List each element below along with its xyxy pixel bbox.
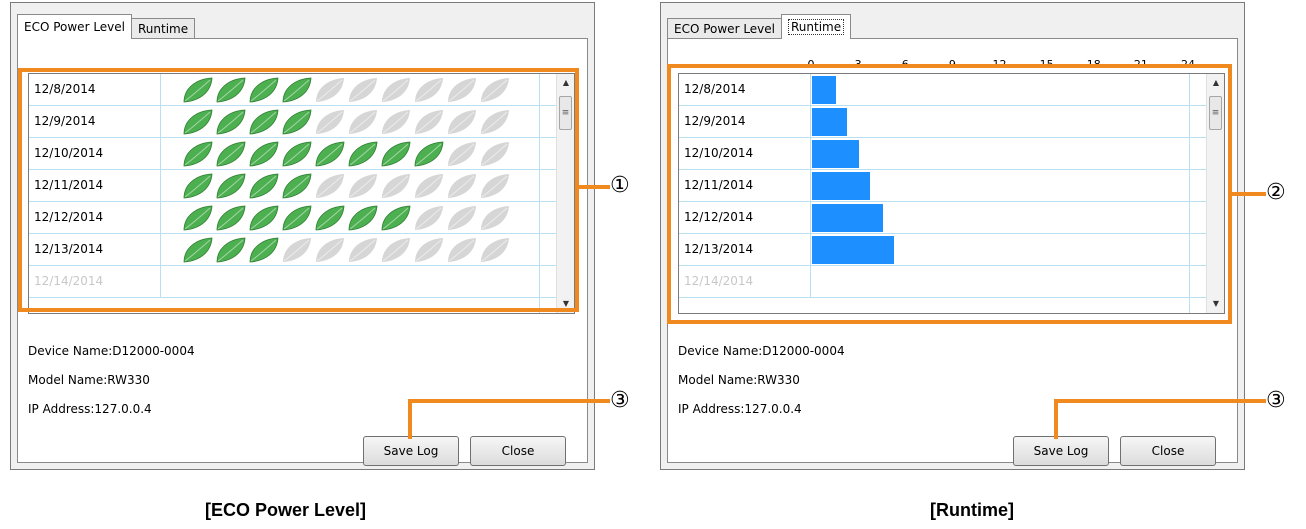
ip-address-text: IP Address:127.0.0.4 <box>678 402 802 416</box>
callout-line-3b-vertical <box>1054 401 1058 439</box>
callout-number-3a: ③ <box>610 388 630 413</box>
device-name-text: Device Name:D12000-0004 <box>678 344 845 358</box>
callout-number-3b: ③ <box>1266 388 1286 413</box>
close-button[interactable]: Close <box>470 436 566 466</box>
callout-number-2: ② <box>1266 180 1286 205</box>
device-name-text: Device Name:D12000-0004 <box>28 344 195 358</box>
caption-runtime: [Runtime] <box>930 500 1014 520</box>
tab-runtime-label: Runtime <box>788 19 845 35</box>
callout-line-3a <box>408 399 610 403</box>
tab-eco-power-level[interactable]: ECO Power Level <box>17 14 132 39</box>
model-name-text: Model Name:RW330 <box>28 373 150 387</box>
callout-line-3b <box>1054 399 1266 403</box>
callout-number-1: ① <box>610 173 630 198</box>
tab-bar: ECO Power Level Runtime <box>17 13 196 39</box>
save-log-button[interactable]: Save Log <box>1013 436 1109 466</box>
caption-eco-power-level: [ECO Power Level] <box>205 500 367 520</box>
callout-box-2 <box>667 64 1232 324</box>
callout-line-3a-vertical <box>408 401 412 439</box>
tab-eco-power-level[interactable]: ECO Power Level <box>667 18 782 39</box>
tab-runtime[interactable]: Runtime <box>131 18 196 39</box>
tab-bar: ECO Power Level Runtime <box>667 13 852 39</box>
callout-line-2 <box>1230 192 1266 196</box>
save-log-button[interactable]: Save Log <box>363 436 459 466</box>
close-button[interactable]: Close <box>1120 436 1216 466</box>
callout-line-1 <box>577 185 610 189</box>
model-name-text: Model Name:RW330 <box>678 373 800 387</box>
ip-address-text: IP Address:127.0.0.4 <box>28 402 152 416</box>
tab-runtime[interactable]: Runtime <box>781 14 852 39</box>
callout-box-1 <box>18 68 579 312</box>
